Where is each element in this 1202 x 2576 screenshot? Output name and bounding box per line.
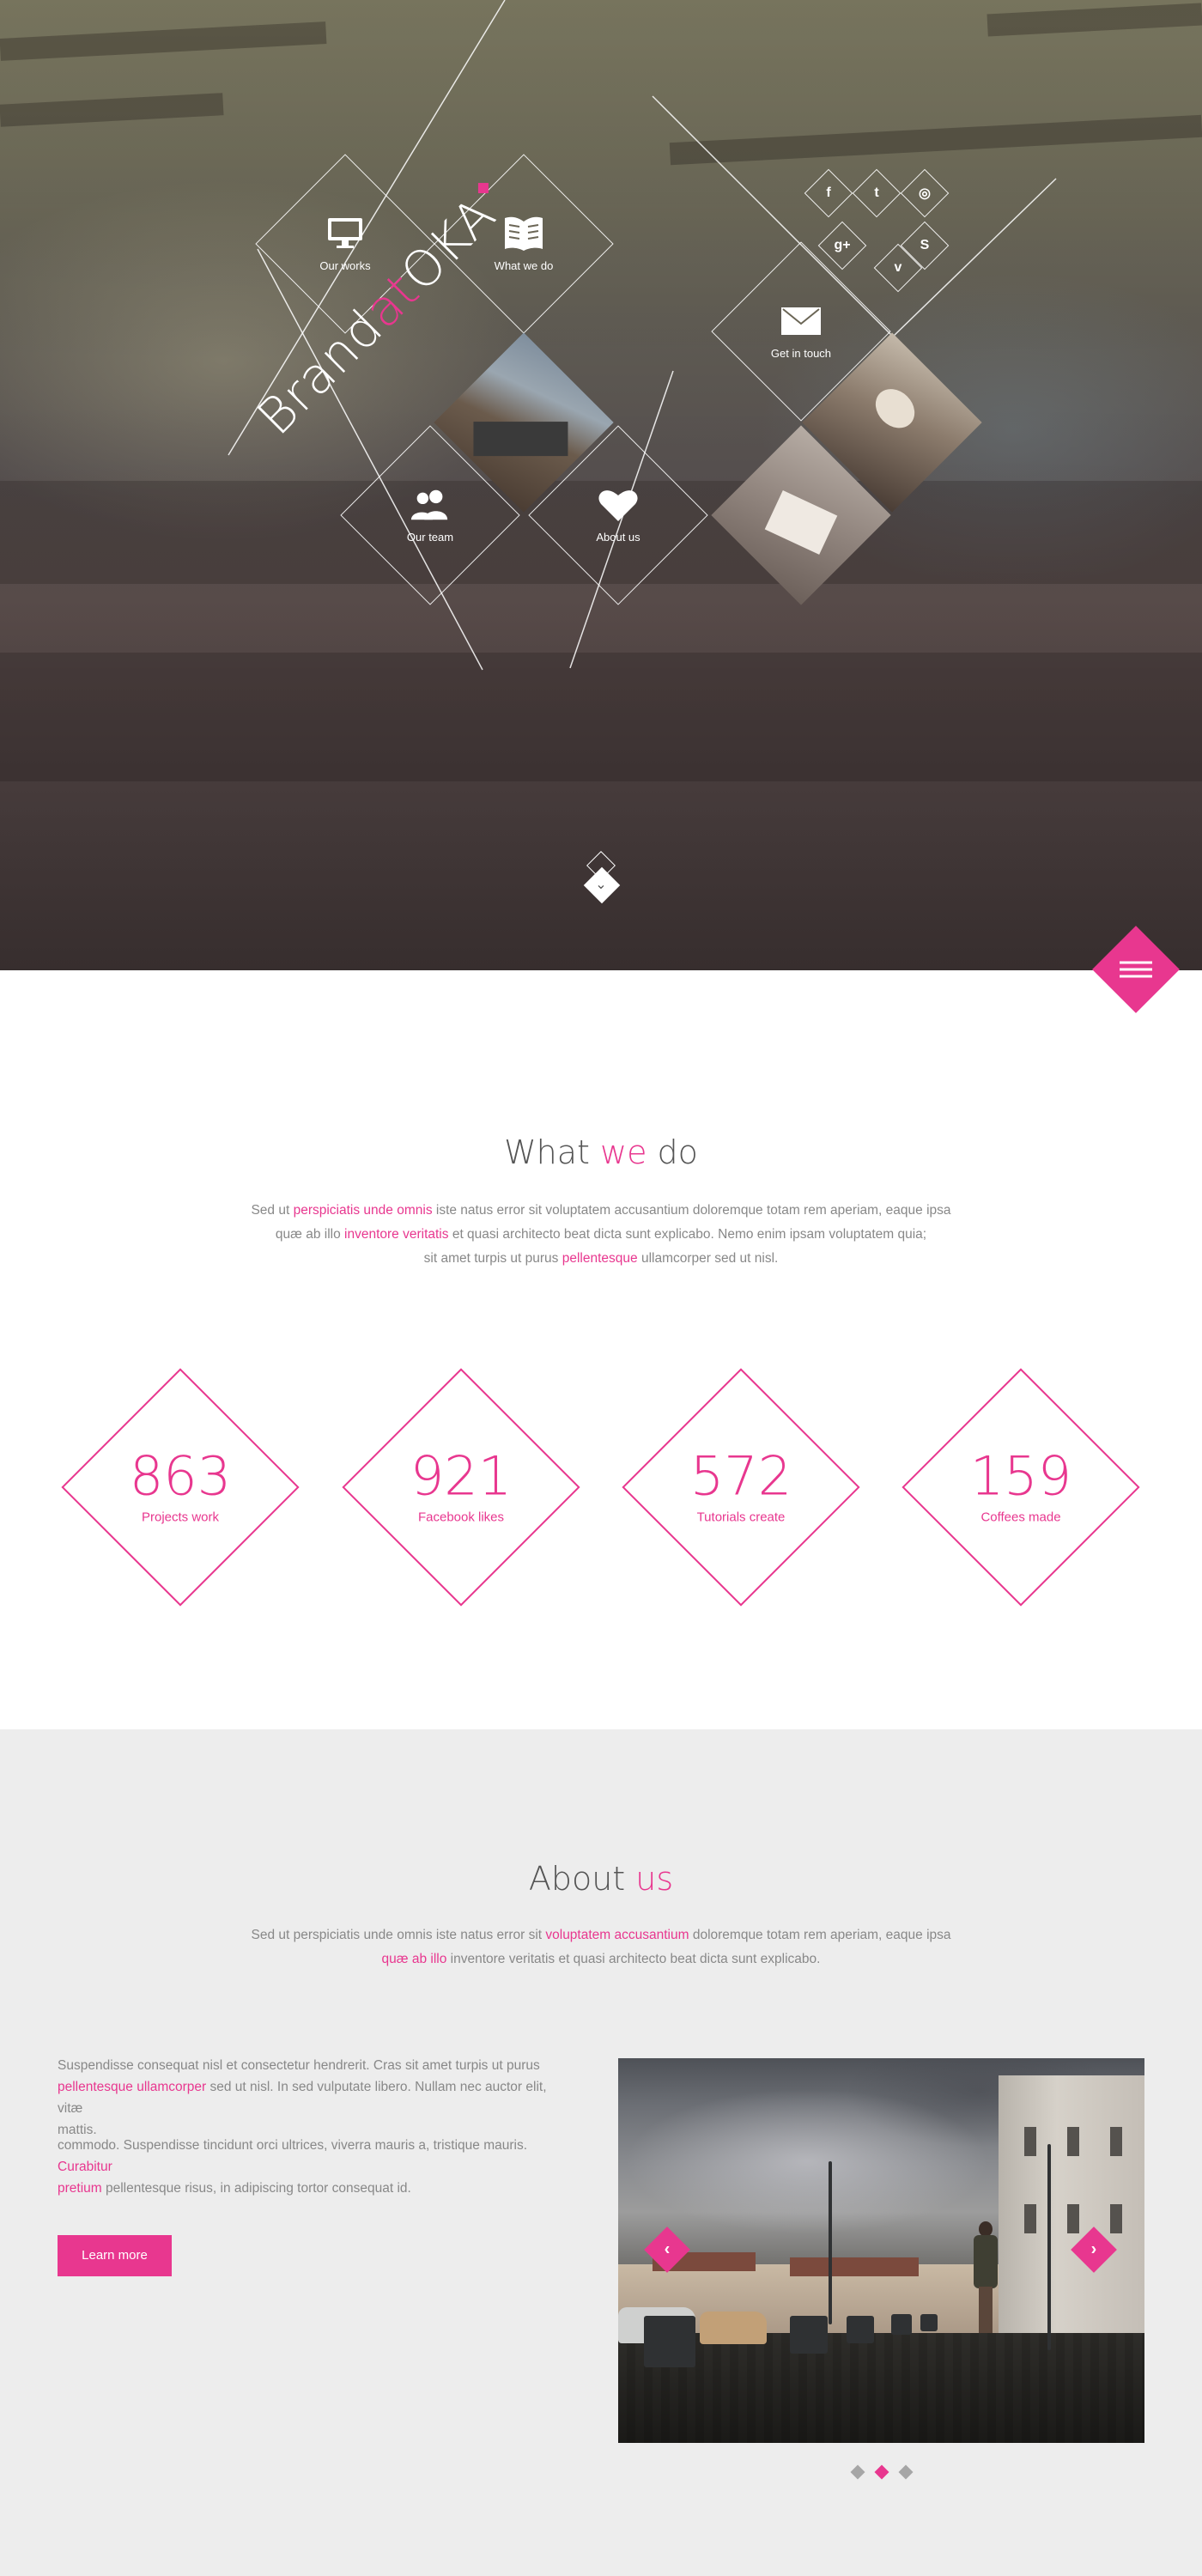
- about-paragraph-1: Suspendisse consequat nisl et consectetu…: [58, 2055, 573, 2141]
- tile-label: Get in touch: [770, 346, 832, 360]
- slider-dot[interactable]: [850, 2464, 865, 2480]
- slide-bollard: [847, 2316, 874, 2343]
- what-we-do-text: Sed ut perspiciatis unde omnis iste natu…: [215, 1199, 987, 1271]
- body-text: doloremque totam rem aperiam, eaque ipsa: [689, 1928, 951, 1942]
- about-title: About us: [0, 1860, 1202, 1898]
- heart-icon: [598, 488, 639, 522]
- title-part: About: [528, 1860, 636, 1898]
- stat-coffees: 159 Coffees made: [902, 1368, 1140, 1607]
- stat-caption: Tutorials create: [696, 1510, 786, 1525]
- stat-value: 159: [969, 1444, 1072, 1508]
- scroll-down-button[interactable]: ⌄: [580, 851, 622, 910]
- stat-tutorials: 572 Tutorials create: [622, 1368, 860, 1607]
- tile-label: What we do: [494, 258, 554, 272]
- body-text: Sed ut: [251, 1203, 294, 1218]
- body-text: commodo. Suspendisse tincidunt orci ultr…: [58, 2138, 528, 2153]
- body-text: Suspendisse consequat nisl et consectetu…: [58, 2058, 540, 2073]
- highlight-text: voluptatem accusantium: [545, 1928, 689, 1942]
- hamburger-icon: [1120, 957, 1152, 982]
- what-we-do-title: What we do: [0, 1133, 1202, 1171]
- twitter-glyph: t: [874, 185, 879, 200]
- brand-dot-icon: [477, 183, 489, 194]
- slide-bollard: [790, 2316, 828, 2354]
- title-part: do: [647, 1133, 698, 1171]
- highlight-text: inventore veritatis: [344, 1227, 449, 1242]
- stat-caption: Projects work: [141, 1510, 220, 1525]
- tile-label: Our works: [319, 258, 371, 272]
- slider-pagination: [846, 2464, 923, 2482]
- slide-cobblestone-road: [618, 2333, 1144, 2443]
- chevron-left-icon: ‹: [664, 2239, 671, 2259]
- vimeo-glyph: v: [894, 260, 902, 275]
- slide-car: [700, 2312, 767, 2344]
- slide-lamp-post: [829, 2161, 832, 2324]
- title-part: What: [504, 1133, 600, 1171]
- hero-section: Our works What we do Our team About us G…: [0, 0, 1202, 970]
- stat-facebook-likes: 921 Facebook likes: [342, 1368, 580, 1607]
- slide-bollard: [920, 2314, 938, 2331]
- highlight-text: quæ ab illo: [381, 1952, 447, 1966]
- learn-more-button[interactable]: Learn more: [58, 2235, 172, 2276]
- stat-value: 863: [129, 1444, 232, 1508]
- dribbble-glyph: ◎: [919, 186, 931, 201]
- tile-label: About us: [596, 530, 640, 544]
- image-slider[interactable]: [618, 2058, 1144, 2443]
- body-text: iste natus error sit voluptatem accusant…: [432, 1203, 951, 1218]
- monitor-icon: [325, 216, 366, 251]
- slide-person: [970, 2221, 1001, 2333]
- skype-glyph: S: [920, 238, 930, 252]
- stat-value: 921: [410, 1444, 513, 1508]
- chevron-down-icon: ⌄: [595, 878, 607, 892]
- body-text: sit amet turpis ut purus: [423, 1251, 562, 1266]
- body-text: pellentesque risus, in adipiscing tortor…: [101, 2181, 411, 2196]
- body-text: et quasi architecto beat dicta sunt expl…: [448, 1227, 927, 1242]
- slider-dot-active[interactable]: [874, 2464, 889, 2480]
- google-plus-glyph: g+: [834, 238, 851, 252]
- body-text: quæ ab illo: [275, 1227, 345, 1242]
- stat-value: 572: [689, 1444, 792, 1508]
- slider-dot[interactable]: [898, 2464, 914, 2480]
- title-accent: us: [635, 1860, 674, 1898]
- facebook-glyph: f: [826, 185, 831, 200]
- highlight-text: pellentesque ullamcorper: [58, 2080, 207, 2094]
- stat-projects: 863 Projects work: [61, 1368, 300, 1607]
- envelope-icon: [780, 304, 822, 338]
- slide-lamp-post: [1047, 2144, 1051, 2350]
- book-icon: [503, 216, 544, 251]
- highlight-text: Curabitur: [58, 2160, 112, 2174]
- slide-roof: [790, 2257, 919, 2276]
- highlight-text: pretium: [58, 2181, 102, 2196]
- title-accent: we: [600, 1133, 647, 1171]
- about-intro-text: Sed ut perspiciatis unde omnis iste natu…: [215, 1923, 987, 1971]
- stat-caption: Coffees made: [980, 1510, 1061, 1525]
- stat-caption: Facebook likes: [417, 1510, 505, 1525]
- slide-bollard: [891, 2314, 912, 2335]
- tile-label: Our team: [406, 530, 454, 544]
- body-text: inventore veritatis et quasi architecto …: [446, 1952, 821, 1966]
- users-icon: [410, 488, 451, 522]
- slide-bollard: [644, 2316, 695, 2367]
- highlight-text: pellentesque: [562, 1251, 638, 1266]
- about-paragraph-2: commodo. Suspendisse tincidunt orci ultr…: [58, 2135, 573, 2199]
- highlight-text: perspiciatis unde omnis: [293, 1203, 433, 1218]
- slide-right-building: [999, 2075, 1144, 2367]
- body-text: ullamcorper sed ut nisl.: [637, 1251, 779, 1266]
- body-text: Sed ut perspiciatis unde omnis iste natu…: [251, 1928, 546, 1942]
- chevron-right-icon: ›: [1090, 2239, 1097, 2259]
